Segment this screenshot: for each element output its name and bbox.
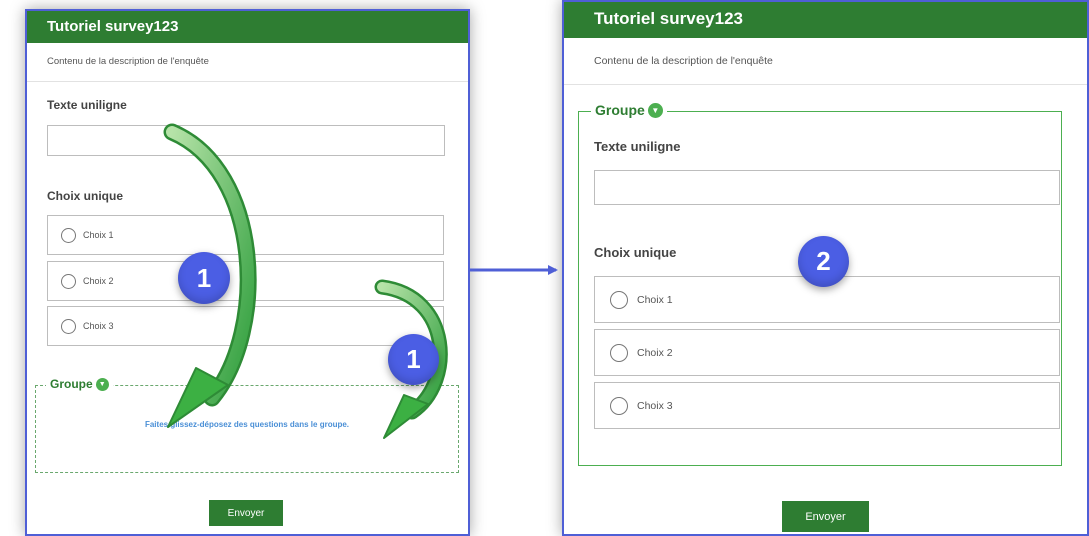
choice-option-1[interactable]: Choix 1 — [47, 215, 444, 255]
choice-option-3[interactable]: Choix 3 — [47, 306, 444, 346]
step-badge-1: 1 — [178, 252, 230, 304]
choice-option-3[interactable]: Choix 3 — [594, 382, 1060, 429]
text-question-label: Texte uniligne — [594, 139, 681, 154]
single-choice-label: Choix unique — [594, 245, 677, 260]
radio-icon[interactable] — [61, 273, 76, 289]
form-header-title: Tutoriel survey123 — [27, 11, 468, 43]
form-description: Contenu de la description de l'enquête — [27, 43, 468, 82]
form-header-title: Tutoriel survey123 — [564, 2, 1087, 38]
choice-label-2: Choix 2 — [637, 346, 673, 359]
choice-label-3: Choix 3 — [637, 399, 673, 412]
group-drop-zone[interactable]: Groupe ▼ Faites glissez-déposez des ques… — [35, 377, 459, 473]
radio-icon[interactable] — [610, 396, 628, 415]
survey-form-before: Tutoriel survey123 Contenu de la descrip… — [25, 9, 470, 536]
group-legend: Groupe ▼ — [591, 102, 667, 118]
choice-option-2[interactable]: Choix 2 — [594, 329, 1060, 376]
group-legend: Groupe ▼ — [46, 377, 113, 391]
group-title: Groupe — [595, 102, 645, 118]
submit-button[interactable]: Envoyer — [782, 501, 869, 532]
text-question-label: Texte uniligne — [47, 98, 127, 112]
step-badge-1: 1 — [388, 334, 439, 385]
step-badge-2: 2 — [798, 236, 849, 287]
choice-label-3: Choix 3 — [83, 321, 114, 331]
radio-icon[interactable] — [61, 318, 76, 334]
radio-icon[interactable] — [61, 227, 76, 243]
radio-icon[interactable] — [610, 290, 628, 309]
single-line-text-input[interactable] — [594, 170, 1060, 205]
choice-option-2[interactable]: Choix 2 — [47, 261, 444, 301]
submit-button[interactable]: Envoyer — [209, 500, 283, 526]
single-choice-label: Choix unique — [47, 189, 123, 203]
form-description: Contenu de la description de l'enquête — [564, 38, 1087, 85]
chevron-down-icon[interactable]: ▼ — [95, 377, 109, 391]
radio-icon[interactable] — [610, 343, 628, 362]
choice-label-2: Choix 2 — [83, 276, 114, 286]
drop-hint-text: Faites glissez-déposez des questions dan… — [144, 420, 350, 429]
chevron-down-icon[interactable]: ▼ — [647, 102, 663, 118]
choice-label-1: Choix 1 — [637, 293, 673, 306]
choice-label-1: Choix 1 — [83, 230, 114, 240]
single-line-text-input[interactable] — [47, 125, 445, 156]
group-title: Groupe — [50, 377, 93, 391]
